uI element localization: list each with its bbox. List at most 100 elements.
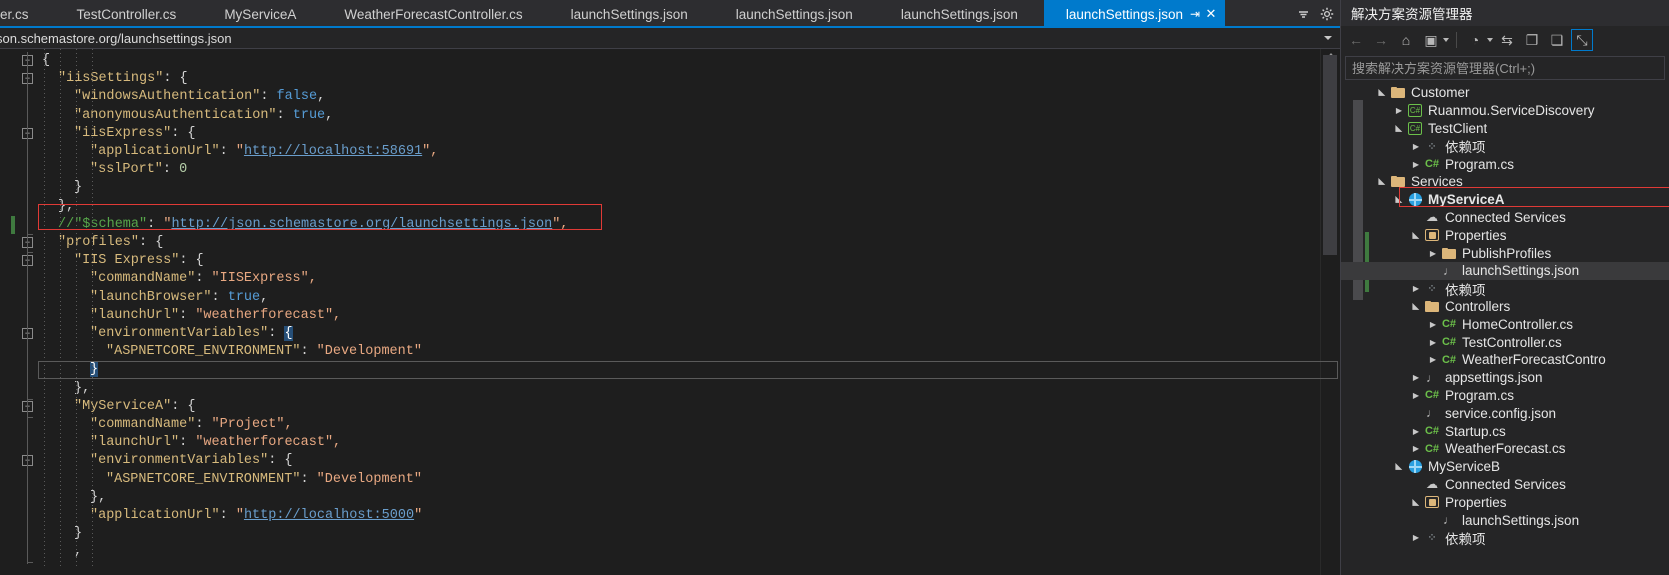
tree-item[interactable]: ▶ C# Ruanmou.ServiceDiscovery — [1341, 102, 1669, 120]
chevron-right-icon[interactable]: ▶ — [1409, 284, 1423, 293]
chevron-down-icon[interactable]: ◢ — [1394, 460, 1405, 474]
chevron-right-icon[interactable]: ▶ — [1426, 338, 1440, 347]
editor-tab[interactable]: MyServiceA — [202, 0, 323, 28]
code-link[interactable]: http://json.schemastore.org/launchsettin… — [171, 217, 552, 232]
code-line[interactable]: "applicationUrl": "http://localhost:5000… — [0, 507, 422, 525]
tree-item[interactable]: ♩ launchSettings.json — [1341, 261, 1669, 280]
code-link[interactable]: http://localhost:5000 — [244, 508, 414, 523]
chevron-right-icon[interactable]: ▶ — [1409, 373, 1423, 382]
csharp-file-icon: C# — [1441, 353, 1457, 366]
back-arrow-icon[interactable]: ← — [1345, 29, 1367, 51]
code-link[interactable]: http://localhost:58691 — [244, 144, 422, 159]
chevron-down-icon[interactable]: ◢ — [1394, 121, 1405, 135]
chevron-right-icon[interactable]: ▶ — [1409, 427, 1423, 436]
chevron-right-icon[interactable]: ▶ — [1409, 160, 1423, 169]
chevron-down-icon[interactable]: ◢ — [1411, 495, 1422, 509]
chevron-down-icon[interactable]: ◢ — [1411, 228, 1422, 242]
tree-item[interactable]: ▶ C# HomeController.cs — [1341, 315, 1669, 333]
code-token: "anonymousAuthentication" — [74, 107, 277, 123]
pending-changes-icon[interactable]: ◔ — [1464, 29, 1486, 51]
chevron-right-icon[interactable]: ▶ — [1426, 249, 1440, 258]
pin-icon[interactable]: ⇥ — [1187, 5, 1203, 23]
code-content[interactable]: {"iisSettings": {"windowsAuthentication"… — [0, 49, 1320, 575]
code-token: "launchBrowser" — [90, 289, 212, 305]
chevron-down-icon[interactable] — [1324, 36, 1332, 40]
pending-changes-caret-icon[interactable] — [1487, 38, 1493, 42]
csharp-file-icon: C# — [1424, 425, 1440, 438]
gear-icon[interactable] — [1320, 7, 1334, 21]
search-input[interactable] — [1352, 60, 1658, 76]
solution-explorer-search[interactable] — [1345, 56, 1665, 80]
solution-explorer-tree[interactable]: ◢ Customer ▶ C# Ruanmou.ServiceDiscovery ◢ C# T… — [1341, 82, 1669, 575]
editor-tab[interactable]: ller.cs — [0, 0, 55, 28]
home-icon[interactable]: ⌂ — [1395, 29, 1417, 51]
properties-icon[interactable]: ⤡ — [1571, 29, 1593, 51]
tree-item[interactable]: ◢ Services — [1341, 173, 1669, 191]
chevron-down-icon[interactable]: ◢ — [1377, 175, 1388, 189]
chevron-right-icon[interactable]: ▶ — [1409, 391, 1423, 400]
tree-item[interactable]: ▶ ♩ appsettings.json — [1341, 369, 1669, 387]
editor-tab[interactable]: launchSettings.json — [548, 0, 714, 28]
editor-scroll-thumb[interactable] — [1323, 55, 1337, 255]
code-line[interactable]: "launchBrowser": true, — [0, 289, 268, 307]
tree-item[interactable]: ◢ C# TestClient — [1341, 120, 1669, 138]
chevron-down-icon[interactable]: ◢ — [1377, 86, 1388, 100]
tree-item[interactable]: ◢ MyServiceA — [1341, 191, 1669, 209]
tree-item[interactable]: ▶ ⁘ 依赖项 — [1341, 137, 1669, 155]
editor-tab[interactable]: launchSettings.json — [713, 0, 879, 28]
chevron-right-icon[interactable]: ▶ — [1409, 142, 1423, 151]
tree-item[interactable]: ▶ C# Startup.cs — [1341, 422, 1669, 440]
chevron-right-icon[interactable]: ▶ — [1426, 320, 1440, 329]
refresh-icon[interactable]: ❐ — [1521, 29, 1543, 51]
fold-margin[interactable]: −−−−−−−− — [0, 49, 38, 575]
tree-item[interactable]: ▶ C# Program.cs — [1341, 155, 1669, 173]
tree-item[interactable]: ▶ ⁘ 依赖项 — [1341, 280, 1669, 298]
tree-item[interactable]: ☁ Connected Services — [1341, 209, 1669, 227]
tree-item[interactable]: ◢ Properties — [1341, 493, 1669, 511]
code-line[interactable]: "launchUrl": "weatherforecast", — [0, 307, 341, 325]
code-line[interactable]: "anonymousAuthentication": true, — [0, 107, 333, 125]
show-all-files-caret-icon[interactable] — [1443, 38, 1449, 42]
close-icon[interactable]: ✕ — [1203, 5, 1219, 23]
tree-item[interactable]: ▶ ⁘ 依赖项 — [1341, 529, 1669, 547]
code-line[interactable]: "ASPNETCORE_ENVIRONMENT": "Development" — [0, 343, 422, 361]
show-all-files-icon[interactable]: ▣ — [1420, 29, 1442, 51]
code-editor-surface[interactable]: {"iisSettings": {"windowsAuthentication"… — [0, 49, 1340, 575]
chevron-right-icon[interactable]: ▶ — [1392, 106, 1406, 115]
chevron-down-icon[interactable]: ◢ — [1411, 299, 1422, 313]
sync-with-active-document-icon[interactable]: ⇆ — [1496, 29, 1518, 51]
tree-item[interactable]: ▶ C# WeatherForecastContro — [1341, 351, 1669, 369]
chevron-right-icon[interactable]: ▶ — [1426, 355, 1440, 364]
tree-item[interactable]: ▶ PublishProfiles — [1341, 244, 1669, 262]
forward-arrow-icon[interactable]: → — [1370, 29, 1392, 51]
chevron-right-icon[interactable]: ▶ — [1409, 533, 1423, 542]
chevron-down-icon[interactable]: ◢ — [1394, 193, 1405, 207]
tree-item[interactable]: ▶ C# Program.cs — [1341, 387, 1669, 405]
tree-item-label: Startup.cs — [1445, 423, 1506, 439]
code-line[interactable]: "commandName": "IISExpress", — [0, 270, 317, 288]
tree-item[interactable]: ♩ launchSettings.json — [1341, 511, 1669, 529]
code-line[interactable]: "launchUrl": "weatherforecast", — [0, 434, 341, 452]
code-line[interactable]: "applicationUrl": "http://localhost:5869… — [0, 143, 438, 161]
tree-item[interactable]: ◢ Customer — [1341, 84, 1669, 102]
tree-item[interactable]: ◢ MyServiceB — [1341, 458, 1669, 476]
tree-item[interactable]: ◢ Properties — [1341, 226, 1669, 244]
tree-item[interactable]: ▶ C# TestController.cs — [1341, 333, 1669, 351]
tree-item[interactable]: ◢ Controllers — [1341, 298, 1669, 316]
tree-item[interactable]: ♩ service.config.json — [1341, 404, 1669, 422]
editor-tab[interactable]: WeatherForecastController.cs — [322, 0, 549, 28]
code-line[interactable]: "ASPNETCORE_ENVIRONMENT": "Development" — [0, 471, 422, 489]
code-line[interactable]: "windowsAuthentication": false, — [0, 88, 325, 106]
collapse-all-icon[interactable]: ❏ — [1546, 29, 1568, 51]
editor-vertical-scrollbar[interactable] — [1320, 49, 1340, 575]
chevron-right-icon[interactable]: ▶ — [1409, 444, 1423, 453]
code-token: : — [211, 289, 228, 305]
chevron-down-icon[interactable] — [1297, 8, 1310, 21]
tree-item[interactable]: ▶ C# WeatherForecast.cs — [1341, 440, 1669, 458]
editor-tab[interactable]: launchSettings.json ⇥ ✕ — [1043, 0, 1225, 28]
editor-tab[interactable]: launchSettings.json — [878, 0, 1044, 28]
code-line[interactable]: //"$schema": "http://json.schemastore.or… — [0, 216, 568, 234]
editor-tab[interactable]: TestController.cs — [54, 0, 203, 28]
tree-item[interactable]: ☁ Connected Services — [1341, 476, 1669, 494]
tree-item-label: PublishProfiles — [1462, 245, 1552, 261]
